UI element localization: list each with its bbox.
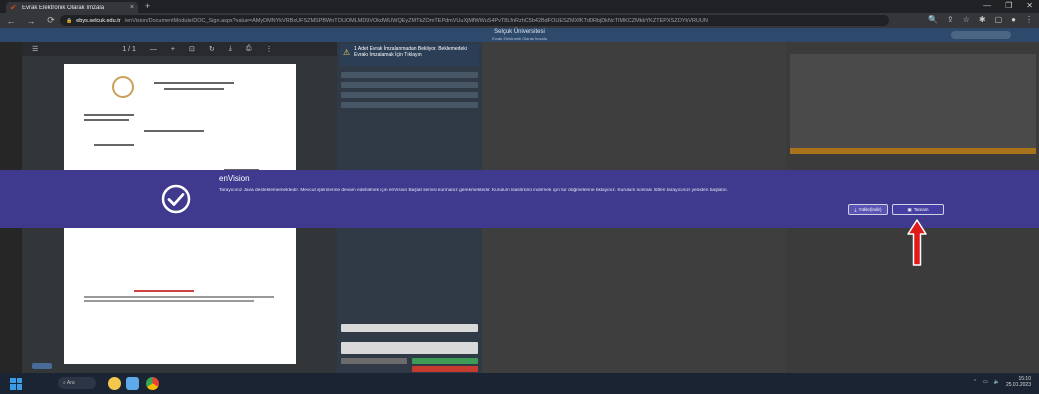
maximize-icon[interactable]: ❐	[1005, 1, 1012, 10]
print-icon[interactable]: ⎙	[246, 45, 252, 53]
bookmark-star-icon[interactable]: ☆	[963, 15, 970, 24]
info-footer-bar	[790, 148, 1036, 154]
download-icon: ⤓	[854, 207, 857, 212]
zoom-icon[interactable]: 🔍	[928, 15, 938, 24]
sidepanel-icon[interactable]: ▢	[995, 15, 1003, 24]
red-arrow-annotation	[907, 219, 927, 266]
menu-icon[interactable]: ⋮	[1025, 15, 1033, 24]
ok-button-label: Tamam	[913, 207, 929, 212]
clock-date: 25.01.2023	[1005, 382, 1031, 388]
user-menu[interactable]	[951, 31, 1011, 39]
document-info	[790, 54, 1036, 154]
reject-button[interactable]	[412, 366, 478, 372]
checkmark-circle-icon	[161, 184, 191, 214]
pdf-toolbar: ☰ 1 / 1 — + ⊡ ↻ ⤓ ⎙ ⋮	[22, 42, 337, 56]
notification-message: Tarayıcınız Java desteklememektedir. Mev…	[219, 188, 728, 193]
browser-toolbar: ← → ⟳ 🔒 ebys.selcuk.edu.tr /enVision/Doc…	[0, 13, 1039, 28]
warning-banner[interactable]: ⚠ 1 Adet Evrak İmzalanmadan Bekliyor. Be…	[340, 44, 479, 66]
download-installer-button[interactable]: ⤓ Yükle(İndir)	[848, 204, 888, 215]
rotate-icon[interactable]: ↻	[209, 45, 215, 53]
taskbar-search[interactable]: ⌕ Ara	[58, 377, 96, 389]
tab-title: Evrak Elektronik Olarak İmzala	[22, 4, 105, 11]
tray-chevron-icon[interactable]: ⌃	[973, 379, 977, 385]
download-icon[interactable]: ⤓	[229, 45, 232, 53]
checkmark-favicon-icon: ✔	[10, 2, 17, 12]
extensions-icon[interactable]: ✱	[979, 15, 986, 24]
windows-start-icon[interactable]	[10, 377, 22, 390]
warning-icon: ⚠	[343, 48, 351, 57]
download-button-label: Yükle(İndir)	[858, 207, 882, 212]
url-host: ebys.selcuk.edu.tr	[76, 17, 121, 24]
envision-notification: enVision Tarayıcınız Java desteklememekt…	[0, 170, 1039, 228]
share-icon[interactable]: ⇪	[947, 15, 954, 24]
more-icon[interactable]: ⋮	[265, 45, 272, 53]
page-indicator: 1 / 1	[122, 45, 136, 53]
warning-text: 1 Adet Evrak İmzalanmadan Bekliyor. Bekl…	[354, 46, 467, 58]
url-path: /enVision/DocumentModule/DOC_Sign.aspx?v…	[124, 17, 708, 24]
ok-button[interactable]: ▣ Tamam	[892, 204, 944, 215]
tab-close-icon[interactable]: ×	[130, 4, 134, 11]
reload-icon[interactable]: ⟳	[46, 15, 56, 26]
note-textarea[interactable]	[341, 342, 478, 354]
note-select[interactable]	[341, 324, 478, 332]
back-icon[interactable]: ←	[6, 16, 16, 26]
clock[interactable]: 15:10 25.01.2023	[1006, 376, 1031, 388]
file-explorer-icon[interactable]	[126, 377, 139, 390]
search-label: Ara	[66, 380, 75, 386]
zoom-in-icon[interactable]: +	[171, 46, 175, 53]
university-seal-icon	[112, 76, 134, 98]
app-subtitle: Evrak Elektronik Olarak İmzala	[492, 36, 547, 41]
browser-tab-bar: ✔ Evrak Elektronik Olarak İmzala × + — ❐…	[0, 0, 1039, 13]
viewer-status	[32, 363, 52, 369]
app-header: Selçuk Üniversitesi Evrak Elektronik Ola…	[0, 28, 1039, 42]
profile-icon[interactable]: ●	[1011, 15, 1016, 24]
fit-page-icon[interactable]: ⊡	[189, 45, 195, 53]
forward-icon[interactable]: →	[26, 16, 36, 26]
browser-tab[interactable]: ✔ Evrak Elektronik Olarak İmzala ×	[6, 2, 138, 13]
minimize-icon[interactable]: —	[983, 1, 991, 10]
approve-button[interactable]	[412, 358, 478, 364]
lock-icon: 🔒	[66, 17, 73, 24]
window-controls: — ❐ ✕	[983, 1, 1033, 10]
zoom-out-icon[interactable]: —	[150, 46, 157, 53]
taskbar: ⌕ Ara ⌃ ▭ 🔈 15:10 25.01.2023	[0, 373, 1039, 394]
volume-icon[interactable]: 🔈	[994, 379, 1000, 385]
app-title: Selçuk Üniversitesi	[494, 29, 545, 35]
hamburger-icon[interactable]: ☰	[32, 45, 38, 53]
system-tray: ⌃ ▭ 🔈 15:10 25.01.2023	[973, 376, 1031, 388]
address-bar[interactable]: 🔒 ebys.selcuk.edu.tr /enVision/DocumentM…	[60, 15, 889, 26]
browser-actions: 🔍 ⇪ ☆ ✱ ▢ ● ⋮	[928, 15, 1033, 24]
close-window-icon[interactable]: ✕	[1026, 1, 1033, 10]
network-icon[interactable]: ▭	[983, 379, 988, 385]
chrome-icon[interactable]	[146, 377, 159, 390]
notification-title: enVision	[219, 174, 250, 183]
new-tab-button[interactable]: +	[145, 2, 150, 11]
save-icon: ▣	[907, 206, 912, 212]
weather-icon[interactable]	[108, 377, 121, 390]
sign-button[interactable]	[341, 358, 407, 364]
